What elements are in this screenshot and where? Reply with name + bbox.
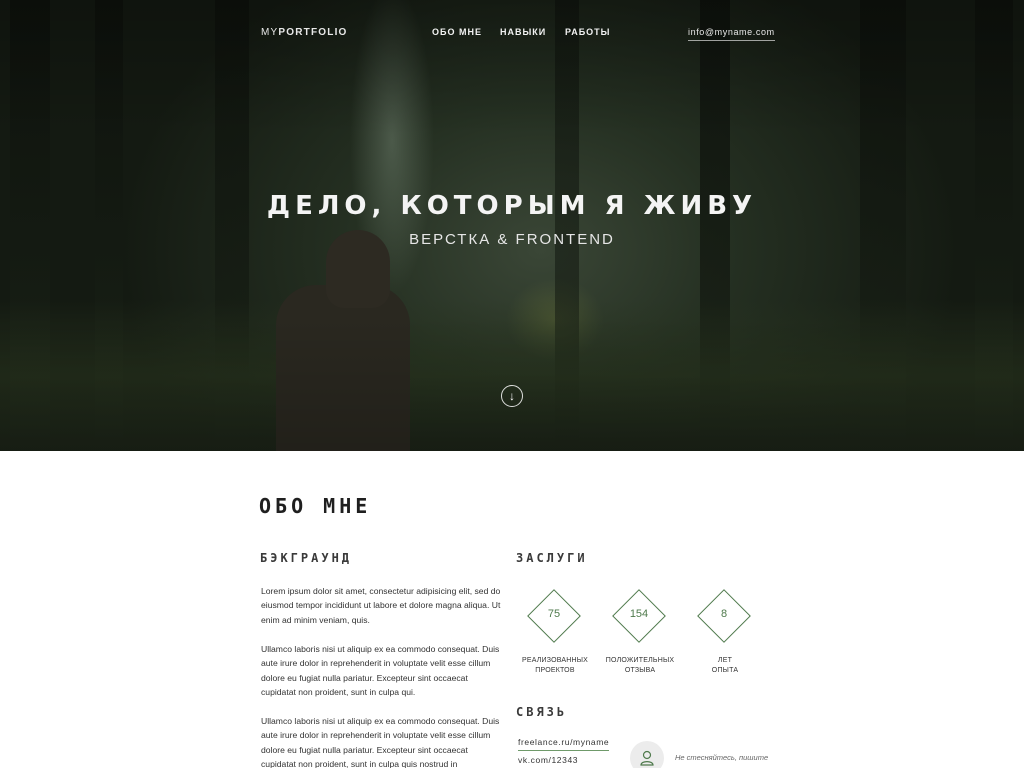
hero-overlay [0,0,1024,451]
nav-item-works[interactable]: РАБОТЫ [565,27,611,37]
freelance-link[interactable]: freelance.ru/myname [518,737,610,751]
top-nav: MYPORTFOLIO ОБО МНЕ НАВЫКИ РАБОТЫ info@m… [0,27,1024,41]
contact-hint: Не стесняйтесь, пишите [675,753,769,762]
diamond-frame: 75 [527,589,581,643]
avatar [630,741,664,768]
logo[interactable]: MYPORTFOLIO [261,27,348,38]
user-icon [640,750,654,766]
diamond-frame: 8 [697,589,751,643]
arrow-down-icon: ↓ [509,389,515,403]
stat-label: РЕАЛИЗОВАННЫХ ПРОЕКТОВ [521,657,589,674]
email-link[interactable]: info@myname.com [688,27,775,41]
contact-heading: СВЯЗЬ [516,705,568,719]
stat-value: 154 [629,608,649,620]
stat-value: 75 [547,608,561,620]
background-paragraph: Ullamco laboris nisi ut aliquip ex ea co… [261,644,500,697]
diamond-frame: 154 [612,589,666,643]
vk-link[interactable]: vk.com/12343 [518,755,578,768]
nav-item-skills[interactable]: НАВЫКИ [500,27,546,37]
stat-value: 8 [720,608,728,620]
hero-subtitle: ВЕРСТКА & FRONTEND [409,231,615,248]
background-heading: БЭКГРАУНД [260,551,353,565]
hero-section: MYPORTFOLIO ОБО МНЕ НАВЫКИ РАБОТЫ info@m… [0,0,1024,451]
background-paragraph: Lorem ipsum dolor sit amet, consectetur … [261,586,501,625]
about-title: ОБО МНЕ [259,494,372,518]
stat-label: ПОЛОЖИТЕЛЬНЫХ ОТЗЫВА [605,657,675,674]
scroll-down-button[interactable]: ↓ [501,385,523,407]
merits-heading: ЗАСЛУГИ [516,551,588,565]
stat-label: ЛЕТ ОПЫТА [711,657,739,674]
background-paragraph: Ullamco laboris nisi ut aliquip ex ea co… [261,716,500,768]
nav-item-about[interactable]: ОБО МНЕ [432,27,482,37]
hero-title: ДЕЛО, КОТОРЫМ Я ЖИВУ [266,191,758,221]
